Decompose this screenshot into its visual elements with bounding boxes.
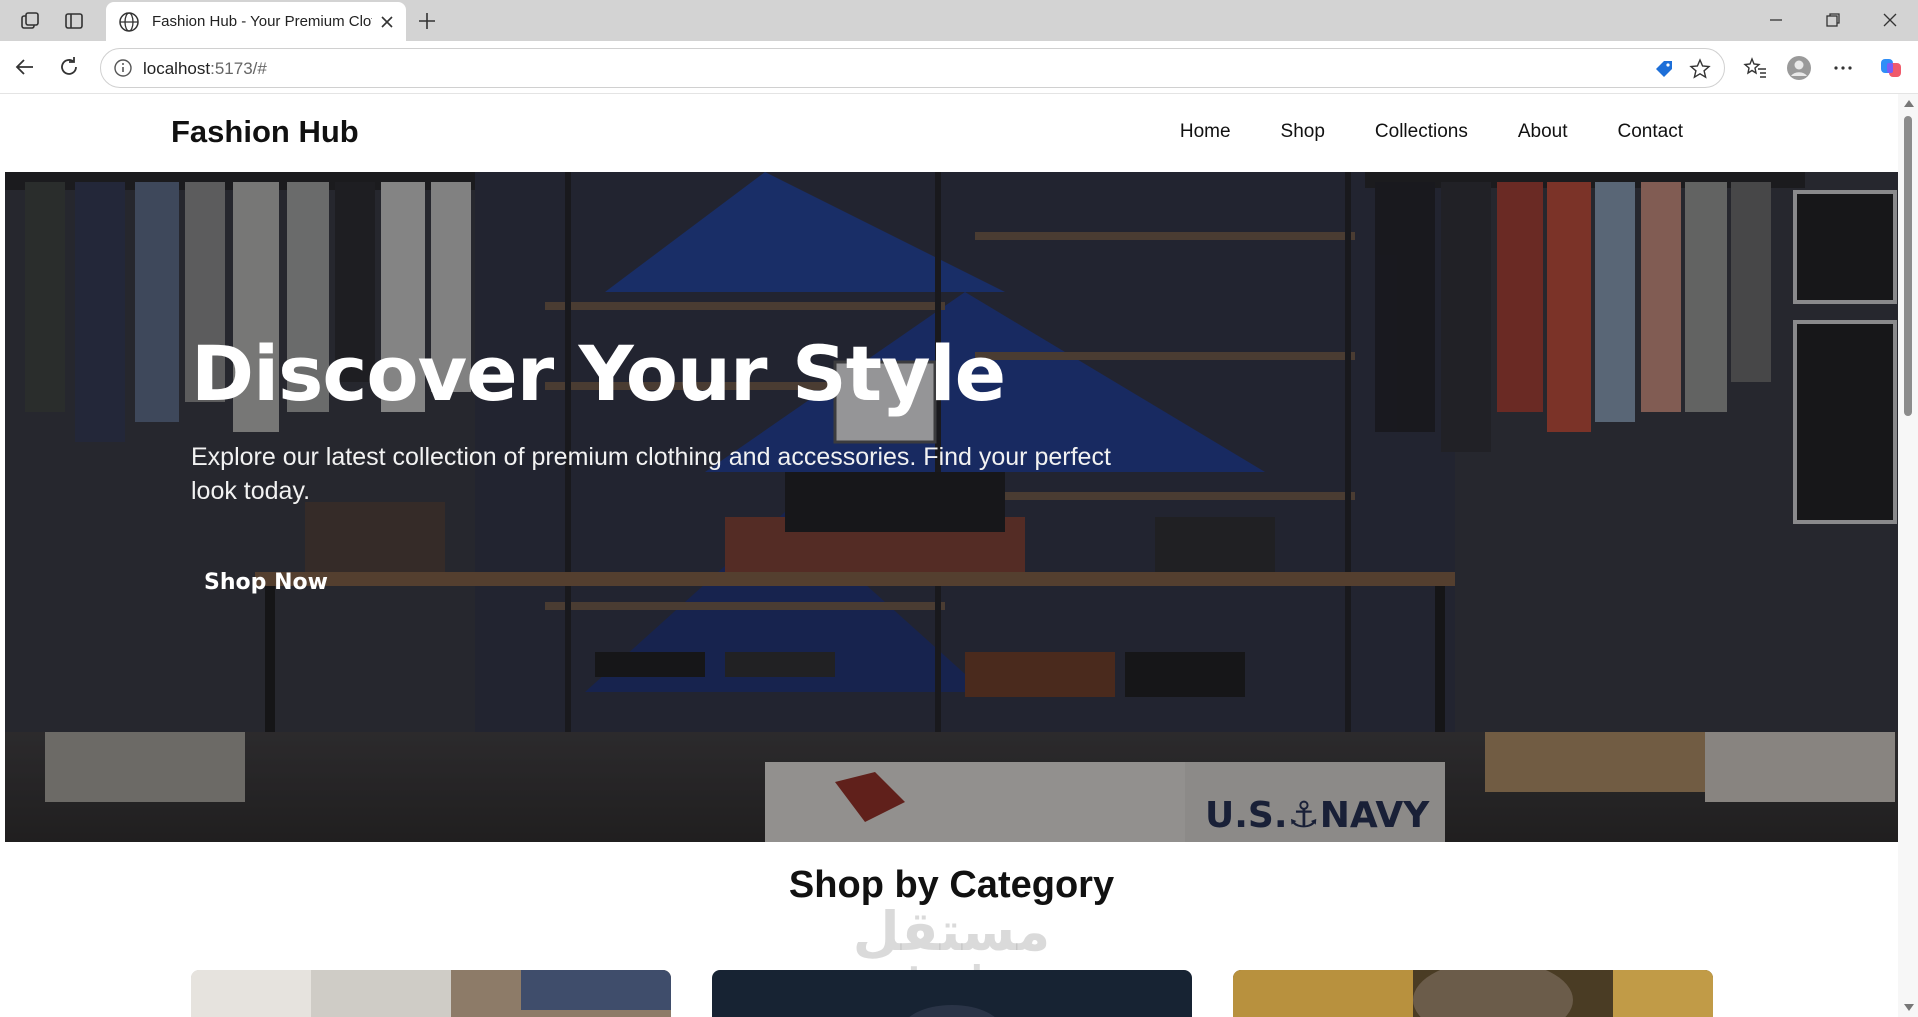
site-logo[interactable]: Fashion Hub [171, 114, 359, 150]
favorites-list-icon[interactable] [1741, 54, 1769, 82]
nav-shop[interactable]: Shop [1281, 121, 1325, 143]
browser-tab-bar: Fashion Hub - Your Premium Clot [0, 0, 1918, 41]
reload-icon[interactable] [56, 54, 82, 80]
hero-section: U.S.⚓NAVY Discover Your Style Explore ou… [5, 172, 1898, 842]
globe-icon [119, 11, 139, 32]
category-card-2[interactable] [712, 970, 1192, 1017]
scroll-up-arrow-icon[interactable] [1904, 100, 1914, 107]
category-card-1[interactable] [191, 970, 671, 1017]
nav-home[interactable]: Home [1180, 121, 1231, 143]
active-tab[interactable]: Fashion Hub - Your Premium Clot [106, 2, 406, 41]
nav-about[interactable]: About [1518, 121, 1568, 143]
browser-toolbar: localhost:5173/# [0, 41, 1918, 94]
page-viewport: Fashion Hub Home Shop Collections About … [5, 94, 1898, 1017]
tab-title: Fashion Hub - Your Premium Clot [152, 13, 372, 30]
restore-icon[interactable] [1822, 9, 1844, 31]
shopping-tag-icon[interactable] [1652, 57, 1676, 81]
close-window-icon[interactable] [1879, 9, 1901, 31]
category-image-1 [191, 970, 671, 1017]
category-image-2 [712, 970, 1192, 1017]
favorite-star-icon[interactable] [1688, 57, 1712, 81]
tab-actions-icon[interactable] [62, 9, 86, 33]
page-scrollbar[interactable] [1898, 94, 1918, 1017]
close-tab-icon[interactable] [378, 13, 396, 31]
address-bar[interactable]: localhost:5173/# [100, 48, 1725, 88]
minimize-icon[interactable] [1765, 9, 1787, 31]
profile-avatar-icon[interactable] [1785, 54, 1813, 82]
watermark-arabic: مستقل [852, 900, 1051, 963]
hero-subtext: Explore our latest collection of premium… [191, 443, 1111, 505]
main-nav: Home Shop Collections About Contact [1180, 121, 1683, 143]
workspaces-icon[interactable] [18, 9, 42, 33]
new-tab-icon[interactable] [414, 8, 440, 34]
category-card-3[interactable] [1233, 970, 1713, 1017]
copilot-icon[interactable] [1877, 54, 1905, 82]
nav-contact[interactable]: Contact [1618, 121, 1683, 143]
back-arrow-icon[interactable] [12, 54, 38, 80]
scrollbar-thumb[interactable] [1904, 116, 1912, 416]
site-info-icon[interactable] [113, 58, 133, 78]
shop-now-button[interactable]: Shop Now [191, 554, 341, 610]
site-header: Fashion Hub Home Shop Collections About … [5, 94, 1898, 172]
nav-collections[interactable]: Collections [1375, 121, 1468, 143]
category-image-3 [1233, 970, 1713, 1017]
url-text: localhost:5173/# [143, 59, 267, 78]
more-options-icon[interactable] [1829, 54, 1857, 82]
hero-heading: Discover Your Style [191, 329, 1006, 418]
scroll-down-arrow-icon[interactable] [1904, 1004, 1914, 1011]
